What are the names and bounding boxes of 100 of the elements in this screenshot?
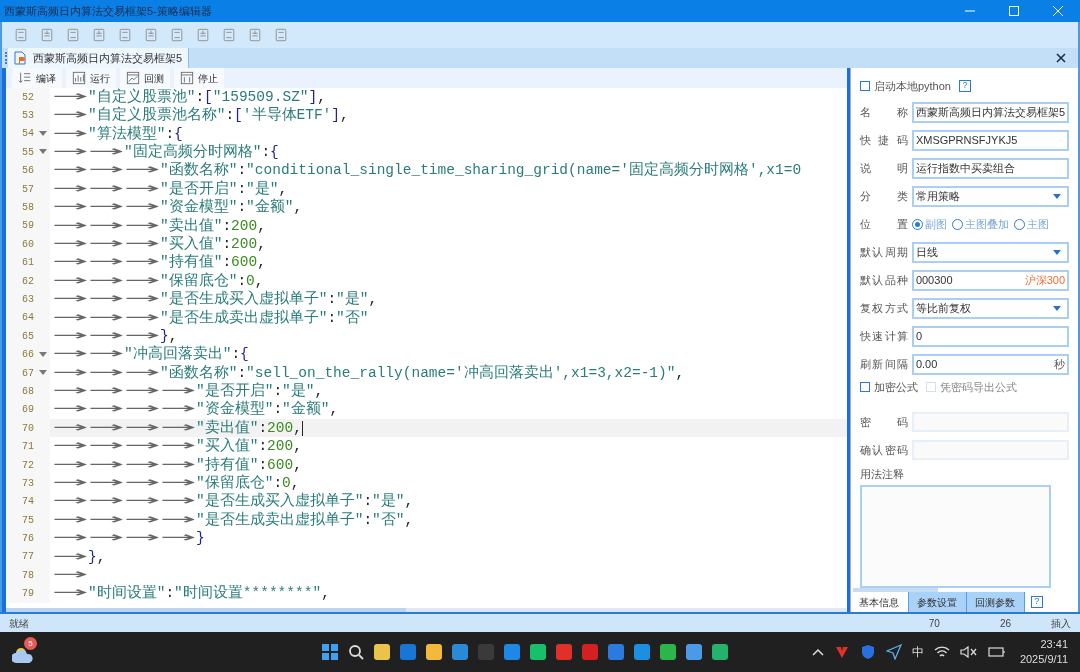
field-label: 快捷码	[859, 132, 908, 148]
line-number: 67	[21, 366, 34, 381]
code-text: →→→→"是否生成买入虚拟单子":"是",	[52, 491, 414, 511]
code-text: →"自定义股票池":["159509.SZ"],	[52, 88, 326, 106]
fold-icon[interactable]	[38, 149, 48, 156]
code-text: →→→"持有值":600,	[52, 252, 266, 272]
line-number: 62	[21, 274, 34, 289]
code-text: →"算法模型":{	[52, 123, 183, 143]
field-label: 复权方式	[859, 300, 908, 316]
input-method-indicator[interactable]: 中	[911, 643, 924, 661]
line-number: 73	[21, 476, 34, 491]
line-number: 72	[21, 458, 34, 473]
start-icon[interactable]	[320, 643, 339, 661]
toolbar-button[interactable]: 运行	[66, 68, 116, 88]
search-icon[interactable]	[346, 643, 365, 661]
toolbar-button[interactable]: 编译	[12, 68, 62, 88]
text-cursor	[301, 420, 304, 436]
code-text: →→"冲高回落卖出":{	[52, 344, 249, 365]
compile-icon	[18, 71, 32, 85]
checkbox-label: 加密公式	[873, 379, 918, 395]
toolbar-button[interactable]: 停止	[174, 68, 224, 88]
text-field[interactable]: 运行指数中买卖组合	[911, 157, 1069, 179]
line-number: 77	[21, 550, 34, 565]
text-field[interactable]: 0	[911, 325, 1069, 347]
fold-icon[interactable]	[38, 351, 48, 358]
code-text: →→→→"卖出值":200,	[52, 417, 302, 437]
line-number: 66	[21, 348, 34, 363]
code-text: →→→"是否开启":"是",	[52, 178, 288, 198]
code-text: →→→"买入值":200,	[52, 233, 266, 254]
weather-icon[interactable]	[12, 645, 36, 665]
line-number: 52	[21, 90, 34, 105]
line-number: 56	[21, 164, 34, 179]
code-text: →→"固定高频分时网格":{	[52, 142, 279, 162]
clock-time[interactable]: 23:41	[1040, 637, 1068, 652]
line-number: 64	[21, 311, 34, 326]
code-text: →→→"是否生成买入虚拟单子":"是",	[52, 289, 378, 309]
help-button[interactable]: ?	[958, 80, 971, 92]
code-text: →→→→"持有值":600,	[52, 454, 302, 474]
fold-icon[interactable]	[38, 130, 48, 137]
clock-date[interactable]: 2025/9/11	[1019, 652, 1068, 667]
code-text: →→→→}	[52, 528, 205, 549]
code-text: →"时间设置":"时间设置********",	[52, 583, 330, 604]
line-chart-icon	[126, 71, 140, 85]
field-label: 刷新间隔	[859, 356, 908, 372]
column-indicator: 26	[999, 616, 1011, 631]
radio-label: 主图	[1026, 216, 1049, 232]
line-number: 63	[21, 293, 34, 307]
line-indicator: 70	[928, 616, 940, 631]
code-text: →→→"函数名称":"conditional_single_time_sharing_grid(name='固定高频分时网格',x1=0	[52, 160, 802, 180]
checkbox[interactable]	[859, 81, 870, 91]
code-text: →→→"是否生成卖出虚拟单子":"否"	[52, 307, 369, 328]
dropdown[interactable]: 日线	[911, 241, 1069, 263]
line-number: 70	[21, 421, 34, 436]
muted-speaker-icon[interactable]	[959, 645, 978, 659]
line-number: 54	[21, 127, 34, 142]
tab[interactable]: 回测参数	[966, 592, 1025, 612]
battery-icon[interactable]	[987, 645, 1006, 659]
wifi-icon[interactable]	[933, 645, 950, 659]
notes-field[interactable]	[859, 484, 1051, 588]
checkbox-label: 凭密码导出公式	[939, 379, 1017, 395]
dropdown-caret-icon	[1053, 305, 1061, 311]
fold-icon[interactable]	[38, 370, 48, 377]
checkbox[interactable]	[859, 382, 870, 392]
field-label: 默认周期	[859, 244, 908, 260]
radio-label: 副图	[924, 216, 947, 232]
code-text: →→→"资金模型":"金额",	[52, 197, 303, 217]
scrollbar-thumb[interactable]	[6, 608, 406, 612]
shield-icon[interactable]	[859, 644, 876, 660]
line-number: 78	[21, 568, 34, 583]
toolbar-button[interactable]: 回测	[120, 68, 170, 88]
scrollbar-thumb[interactable]	[852, 588, 938, 592]
document-tab[interactable]: 西蒙斯高频日内算法交易框架5	[8, 48, 190, 68]
text-field[interactable]: XMSGPRNSFJYKJ5	[911, 129, 1069, 151]
text-field[interactable]: 000300 沪深300	[911, 269, 1069, 291]
checkbox-label: 启动本地python	[873, 78, 951, 94]
line-number: 57	[21, 182, 34, 197]
code-text: →→→→"买入值":200,	[52, 436, 302, 457]
code-text: →→→"函数名称":"sell_on_the_rally(name='冲高回落卖出',x1=3,x2=-1)",	[52, 362, 685, 382]
line-number: 61	[21, 256, 34, 271]
help-button[interactable]: ?	[1030, 596, 1043, 608]
field-label: 默认品种	[859, 272, 908, 288]
chevron-up-icon[interactable]	[811, 648, 824, 656]
code-text: →→→→"是否生成卖出虚拟单子":"否",	[52, 509, 414, 530]
line-number: 68	[21, 384, 34, 399]
field-label: 名称	[859, 104, 908, 120]
send-icon[interactable]	[885, 644, 902, 660]
field-label: 密码	[859, 414, 908, 430]
close-icon[interactable]	[1056, 53, 1066, 63]
dropdown[interactable]: 等比前复权	[911, 297, 1069, 319]
window-title: 西蒙斯高频日内算法交易框架5-策略编辑器	[3, 3, 213, 19]
line-number: 76	[21, 532, 34, 547]
dropdown[interactable]: 常用策略	[911, 185, 1069, 207]
stop-icon	[180, 71, 194, 85]
text-field[interactable]: 0.00 秒	[911, 353, 1069, 375]
tab[interactable]: 参数设置	[908, 592, 967, 612]
line-number: 69	[21, 403, 34, 418]
line-number: 75	[21, 513, 34, 528]
text-field[interactable]: 西蒙斯高频日内算法交易框架5	[911, 101, 1069, 123]
radio-label: 主图叠加	[964, 216, 1009, 232]
code-text: →	[52, 565, 88, 584]
